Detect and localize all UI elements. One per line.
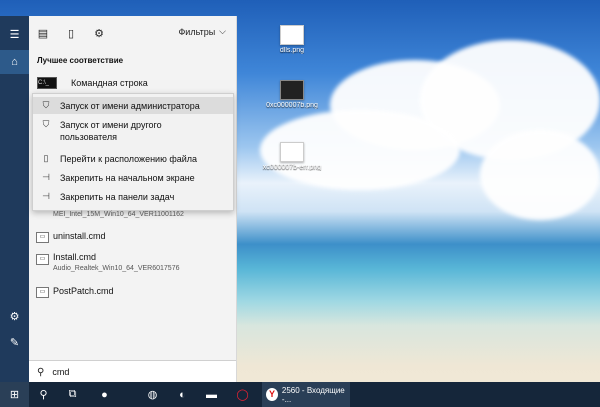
menu-item-label: Перейти к расположению файла: [60, 154, 198, 164]
list-item[interactable]: ▭ PostPatch.cmd: [29, 283, 236, 301]
menu-item-run-as-other-user[interactable]: ⛉ Запуск от имени другого пользователя: [33, 116, 233, 146]
chevron-down-icon: ⌵: [219, 26, 226, 36]
result-title: Install.cmd: [53, 252, 97, 262]
start-left-rail: ☰ ⌂ ⚙ ✎: [0, 16, 29, 382]
pin-start-icon: ⊣: [42, 172, 50, 182]
result-title: PostPatch.cmd: [53, 286, 114, 296]
command-prompt-icon: C:\_: [37, 77, 57, 89]
menu-item-run-as-admin[interactable]: ⛉ Запуск от имени администратора: [33, 97, 233, 114]
home-icon[interactable]: ⌂: [0, 50, 29, 74]
menu-item-label: Запуск от имени другого пользователя: [60, 120, 162, 142]
menu-item-open-file-location[interactable]: ▯ Перейти к расположению файла: [33, 150, 233, 167]
search-panel: ▤ ▯ ⚙ Фильтры ⌵ Лучшее соответствие C:\_…: [29, 16, 237, 382]
hamburger-menu-icon[interactable]: ☰: [0, 22, 29, 46]
desktop-icon[interactable]: 0xc000007b.png: [262, 80, 322, 109]
cmd-file-icon: ▭: [36, 254, 49, 265]
desktop-icon[interactable]: xc000007b-err.png: [262, 142, 322, 171]
gear-icon[interactable]: ⚙: [0, 304, 29, 328]
yandex-browser-icon: Y: [266, 388, 278, 401]
best-match-item[interactable]: C:\_ Командная строка: [29, 73, 236, 93]
feedback-icon[interactable]: ✎: [0, 330, 29, 354]
shield-run-icon: ⛉: [42, 100, 50, 110]
taskbar-window-yandex[interactable]: Y 2560 - Входящие -...: [262, 382, 350, 407]
desktop-icon[interactable]: dlls.png: [262, 25, 322, 54]
filters-label: Фильтры: [178, 26, 216, 37]
file-explorer-icon[interactable]: ▬: [197, 382, 226, 407]
apps-filter-icon[interactable]: ▤: [29, 19, 57, 47]
desktop-icon-label: xc000007b-err.png: [262, 164, 322, 171]
image-file-icon: [280, 142, 304, 162]
list-item[interactable]: ▭ Install.cmd Audio_Realtek_Win10_64_VER…: [29, 250, 236, 278]
menu-item-label: Запуск от имени администратора: [60, 101, 200, 111]
list-item[interactable]: MEI_Intel_15M_Win10_64_VER11001162: [29, 209, 236, 223]
run-as-user-icon: ⛉: [42, 119, 50, 129]
result-subtitle: Audio_Realtek_Win10_64_VER6017576: [53, 265, 180, 272]
desktop-icon-label: dlls.png: [279, 47, 305, 54]
menu-item-pin-to-start[interactable]: ⊣ Закрепить на начальном экране: [33, 169, 233, 186]
filters-dropdown[interactable]: Фильтры ⌵: [178, 26, 226, 37]
best-match-label: Командная строка: [71, 78, 148, 88]
image-file-icon: [280, 80, 304, 100]
desktop-icon-label: 0xc000007b.png: [266, 102, 318, 109]
menu-item-pin-to-taskbar[interactable]: ⊣ Закрепить на панели задач: [33, 188, 233, 205]
windows-start-icon[interactable]: ⊞: [0, 382, 29, 407]
result-subtitle: MEI_Intel_15M_Win10_64_VER11001162: [53, 211, 184, 218]
cortana-mic-icon[interactable]: ●: [90, 382, 119, 407]
top-icon-strip: [0, 0, 240, 16]
search-input[interactable]: cmd: [52, 367, 69, 377]
list-item[interactable]: ▭ uninstall.cmd: [29, 228, 236, 246]
opera-browser-icon[interactable]: ◯: [228, 382, 257, 407]
app-icon[interactable]: ◐: [168, 382, 197, 407]
best-match-heading: Лучшее соответствие: [37, 56, 124, 65]
app-icon[interactable]: ◍: [138, 382, 167, 407]
search-icon[interactable]: ⚲: [29, 382, 58, 407]
search-icon: ⚲: [37, 366, 45, 378]
open-file-location-icon: ▯: [43, 153, 49, 163]
context-menu: ⛉ Запуск от имени администратора ⛉ Запус…: [32, 93, 234, 211]
cmd-file-icon: ▭: [36, 232, 49, 243]
menu-item-label: Закрепить на начальном экране: [60, 173, 195, 183]
image-file-icon: [280, 25, 304, 45]
search-box[interactable]: ⚲ cmd: [29, 360, 236, 383]
documents-filter-icon[interactable]: ▯: [57, 19, 85, 47]
menu-item-label: Закрепить на панели задач: [60, 192, 175, 202]
taskbar: ⊞ ⚲ ⧉ ● ◍ ◐ ▬ ◯ Y 2560 - Входящие -...: [0, 382, 600, 407]
result-title: uninstall.cmd: [53, 231, 106, 241]
pin-taskbar-icon: ⊣: [42, 191, 50, 201]
cloud-shape: [480, 130, 600, 220]
cmd-file-icon: ▭: [36, 287, 49, 298]
settings-filter-icon[interactable]: ⚙: [85, 19, 113, 47]
taskbar-window-label: 2560 - Входящие -...: [281, 385, 345, 404]
task-view-icon[interactable]: ⧉: [58, 382, 87, 407]
